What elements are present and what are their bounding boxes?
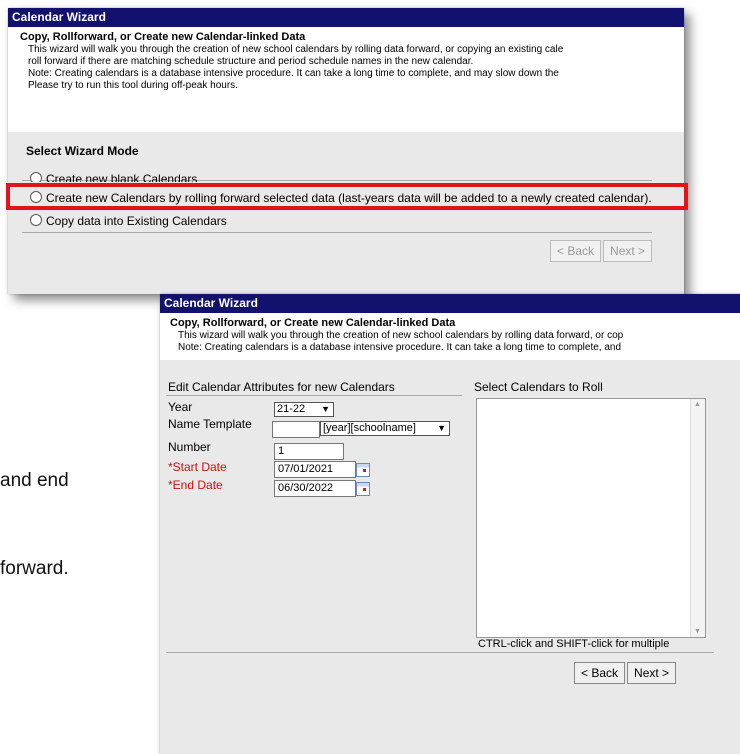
year-label: Year [168, 400, 193, 414]
wizard-header: Copy, Rollforward, or Create new Calenda… [160, 313, 740, 354]
divider [166, 395, 462, 396]
divider [166, 652, 714, 653]
highlight-box [6, 183, 688, 210]
start-date-label: *Start Date [168, 460, 227, 474]
nav-buttons: < Back Next > [574, 662, 677, 684]
name-template-input[interactable] [272, 421, 320, 438]
wizard-header: Copy, Rollforward, or Create new Calenda… [8, 27, 684, 92]
calendar-icon[interactable] [356, 463, 370, 477]
back-button[interactable]: < Back [574, 662, 626, 684]
description-line: roll forward if there are matching sched… [28, 56, 474, 67]
nav-buttons: < Back Next > [550, 240, 653, 262]
number-label: Number [168, 440, 211, 454]
option-create-blank[interactable]: Create new blank Calendars [30, 172, 197, 182]
divider [22, 232, 652, 233]
year-select[interactable]: 21-22 ▼ [274, 402, 334, 417]
description-line: This wizard will walk you through the cr… [178, 330, 624, 341]
name-template-option: [year][schoolname] [323, 422, 416, 434]
next-button[interactable]: Next > [627, 662, 677, 684]
chevron-down-icon: ▼ [321, 404, 330, 414]
radio-button[interactable] [30, 172, 42, 182]
scrollbar[interactable]: ▲ ▼ [690, 399, 705, 637]
calendar-icon[interactable] [356, 482, 370, 496]
calendar-list[interactable]: ▲ ▼ [476, 398, 706, 638]
chevron-down-icon: ▼ [437, 423, 446, 433]
start-date-input[interactable]: 07/01/2021 [274, 461, 356, 478]
background-text-line-2: forward. [0, 558, 69, 579]
background-text-line-1: and end [0, 470, 69, 491]
window-title: Calendar Wizard [8, 8, 684, 27]
calendar-wizard-window-attributes: Calendar Wizard Copy, Rollforward, or Cr… [160, 294, 740, 754]
next-button[interactable]: Next > [603, 240, 653, 262]
option-copy-existing[interactable]: Copy data into Existing Calendars [30, 214, 227, 228]
window-title: Calendar Wizard [160, 294, 740, 313]
year-value: 21-22 [277, 403, 306, 415]
attributes-heading: Edit Calendar Attributes for new Calenda… [168, 380, 395, 394]
scroll-down-icon[interactable]: ▼ [694, 628, 701, 635]
multi-select-hint: CTRL-click and SHIFT-click for multiple [478, 638, 670, 650]
number-input[interactable]: 1 [274, 443, 344, 460]
attributes-panel: Edit Calendar Attributes for new Calenda… [160, 360, 740, 754]
calendar-wizard-window-mode: Calendar Wizard Copy, Rollforward, or Cr… [6, 8, 688, 294]
end-date-input[interactable]: 06/30/2022 [274, 480, 356, 497]
select-heading: Select Calendars to Roll [474, 380, 603, 394]
description-line: This wizard will walk you through the cr… [28, 44, 564, 55]
option-label: Copy data into Existing Calendars [46, 214, 227, 228]
wizard-mode-panel: Select Wizard Mode Create new blank Cale… [6, 132, 688, 294]
mode-heading: Select Wizard Mode [26, 144, 139, 158]
option-label: Create new blank Calendars [46, 172, 198, 182]
back-button[interactable]: < Back [550, 240, 602, 262]
end-date-label: *End Date [168, 478, 223, 492]
name-template-select[interactable]: [year][schoolname] ▼ [320, 421, 450, 436]
scroll-up-icon[interactable]: ▲ [694, 401, 701, 408]
header-title: Copy, Rollforward, or Create new Calenda… [20, 31, 306, 43]
header-title: Copy, Rollforward, or Create new Calenda… [170, 317, 456, 329]
description-line: Note: Creating calendars is a database i… [28, 68, 559, 79]
description-line: Please try to run this tool during off-p… [28, 80, 238, 91]
radio-button[interactable] [30, 214, 42, 226]
description-line: Note: Creating calendars is a database i… [178, 342, 622, 353]
name-template-label: Name Template [168, 417, 252, 431]
